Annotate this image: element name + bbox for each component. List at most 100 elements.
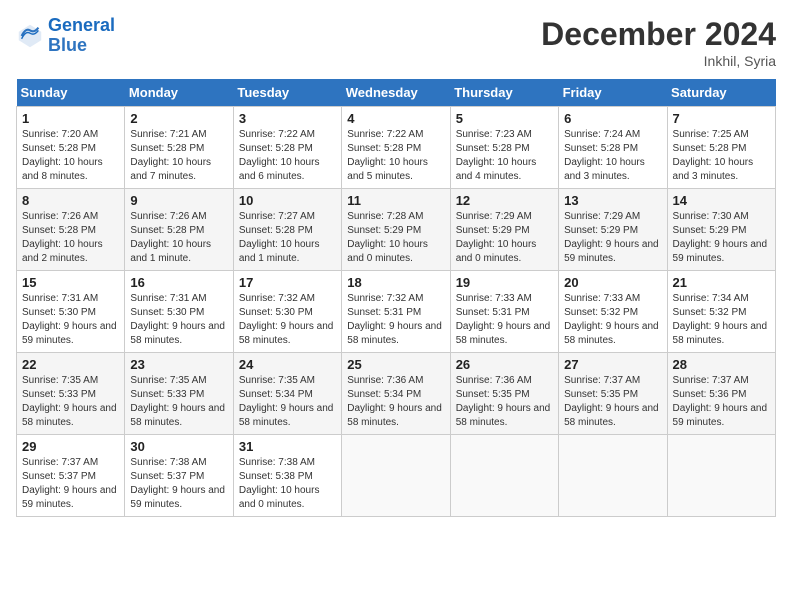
calendar-cell: 19 Sunrise: 7:33 AM Sunset: 5:31 PM Dayl… <box>450 271 558 353</box>
day-info: Sunrise: 7:31 AM Sunset: 5:30 PM Dayligh… <box>22 292 119 348</box>
calendar-cell: 11 Sunrise: 7:28 AM Sunset: 5:29 PM Dayl… <box>342 189 450 271</box>
day-info: Sunrise: 7:31 AM Sunset: 5:30 PM Dayligh… <box>130 292 227 348</box>
day-number: 20 <box>564 275 661 290</box>
day-info: Sunrise: 7:27 AM Sunset: 5:28 PM Dayligh… <box>239 210 336 266</box>
day-info: Sunrise: 7:33 AM Sunset: 5:31 PM Dayligh… <box>456 292 553 348</box>
day-info: Sunrise: 7:35 AM Sunset: 5:33 PM Dayligh… <box>130 374 227 430</box>
day-number: 12 <box>456 193 553 208</box>
month-title: December 2024 <box>541 16 776 53</box>
day-info: Sunrise: 7:28 AM Sunset: 5:29 PM Dayligh… <box>347 210 444 266</box>
day-info: Sunrise: 7:21 AM Sunset: 5:28 PM Dayligh… <box>130 128 227 184</box>
day-number: 31 <box>239 439 336 454</box>
day-number: 26 <box>456 357 553 372</box>
day-number: 6 <box>564 111 661 126</box>
day-info: Sunrise: 7:37 AM Sunset: 5:36 PM Dayligh… <box>673 374 770 430</box>
calendar-cell: 6 Sunrise: 7:24 AM Sunset: 5:28 PM Dayli… <box>559 107 667 189</box>
day-number: 14 <box>673 193 770 208</box>
day-number: 17 <box>239 275 336 290</box>
day-number: 25 <box>347 357 444 372</box>
day-number: 13 <box>564 193 661 208</box>
calendar-cell: 1 Sunrise: 7:20 AM Sunset: 5:28 PM Dayli… <box>17 107 125 189</box>
day-number: 8 <box>22 193 119 208</box>
col-wednesday: Wednesday <box>342 79 450 107</box>
day-info: Sunrise: 7:22 AM Sunset: 5:28 PM Dayligh… <box>347 128 444 184</box>
location: Inkhil, Syria <box>541 53 776 69</box>
calendar-week-row: 15 Sunrise: 7:31 AM Sunset: 5:30 PM Dayl… <box>17 271 776 353</box>
day-number: 21 <box>673 275 770 290</box>
day-number: 27 <box>564 357 661 372</box>
logo: General Blue <box>16 16 115 56</box>
calendar-week-row: 29 Sunrise: 7:37 AM Sunset: 5:37 PM Dayl… <box>17 435 776 517</box>
calendar-cell: 10 Sunrise: 7:27 AM Sunset: 5:28 PM Dayl… <box>233 189 341 271</box>
calendar-cell: 4 Sunrise: 7:22 AM Sunset: 5:28 PM Dayli… <box>342 107 450 189</box>
calendar-week-row: 1 Sunrise: 7:20 AM Sunset: 5:28 PM Dayli… <box>17 107 776 189</box>
calendar-cell: 18 Sunrise: 7:32 AM Sunset: 5:31 PM Dayl… <box>342 271 450 353</box>
day-info: Sunrise: 7:32 AM Sunset: 5:30 PM Dayligh… <box>239 292 336 348</box>
calendar-header-row: Sunday Monday Tuesday Wednesday Thursday… <box>17 79 776 107</box>
day-info: Sunrise: 7:22 AM Sunset: 5:28 PM Dayligh… <box>239 128 336 184</box>
day-number: 24 <box>239 357 336 372</box>
calendar-cell: 9 Sunrise: 7:26 AM Sunset: 5:28 PM Dayli… <box>125 189 233 271</box>
calendar-cell: 26 Sunrise: 7:36 AM Sunset: 5:35 PM Dayl… <box>450 353 558 435</box>
calendar-cell: 16 Sunrise: 7:31 AM Sunset: 5:30 PM Dayl… <box>125 271 233 353</box>
day-info: Sunrise: 7:38 AM Sunset: 5:38 PM Dayligh… <box>239 456 336 512</box>
calendar-cell: 22 Sunrise: 7:35 AM Sunset: 5:33 PM Dayl… <box>17 353 125 435</box>
day-info: Sunrise: 7:26 AM Sunset: 5:28 PM Dayligh… <box>130 210 227 266</box>
calendar-cell: 8 Sunrise: 7:26 AM Sunset: 5:28 PM Dayli… <box>17 189 125 271</box>
calendar-cell: 3 Sunrise: 7:22 AM Sunset: 5:28 PM Dayli… <box>233 107 341 189</box>
day-info: Sunrise: 7:36 AM Sunset: 5:35 PM Dayligh… <box>456 374 553 430</box>
col-sunday: Sunday <box>17 79 125 107</box>
calendar-body: 1 Sunrise: 7:20 AM Sunset: 5:28 PM Dayli… <box>17 107 776 517</box>
calendar-cell: 31 Sunrise: 7:38 AM Sunset: 5:38 PM Dayl… <box>233 435 341 517</box>
day-number: 30 <box>130 439 227 454</box>
col-monday: Monday <box>125 79 233 107</box>
day-info: Sunrise: 7:37 AM Sunset: 5:37 PM Dayligh… <box>22 456 119 512</box>
calendar-cell: 24 Sunrise: 7:35 AM Sunset: 5:34 PM Dayl… <box>233 353 341 435</box>
calendar-cell: 12 Sunrise: 7:29 AM Sunset: 5:29 PM Dayl… <box>450 189 558 271</box>
calendar-cell: 15 Sunrise: 7:31 AM Sunset: 5:30 PM Dayl… <box>17 271 125 353</box>
calendar-cell: 17 Sunrise: 7:32 AM Sunset: 5:30 PM Dayl… <box>233 271 341 353</box>
calendar-cell <box>559 435 667 517</box>
day-info: Sunrise: 7:23 AM Sunset: 5:28 PM Dayligh… <box>456 128 553 184</box>
day-info: Sunrise: 7:34 AM Sunset: 5:32 PM Dayligh… <box>673 292 770 348</box>
calendar-cell: 25 Sunrise: 7:36 AM Sunset: 5:34 PM Dayl… <box>342 353 450 435</box>
day-info: Sunrise: 7:26 AM Sunset: 5:28 PM Dayligh… <box>22 210 119 266</box>
day-number: 3 <box>239 111 336 126</box>
calendar-cell <box>667 435 775 517</box>
col-tuesday: Tuesday <box>233 79 341 107</box>
calendar-cell: 30 Sunrise: 7:38 AM Sunset: 5:37 PM Dayl… <box>125 435 233 517</box>
calendar-cell: 5 Sunrise: 7:23 AM Sunset: 5:28 PM Dayli… <box>450 107 558 189</box>
calendar-cell: 23 Sunrise: 7:35 AM Sunset: 5:33 PM Dayl… <box>125 353 233 435</box>
calendar-week-row: 8 Sunrise: 7:26 AM Sunset: 5:28 PM Dayli… <box>17 189 776 271</box>
day-number: 1 <box>22 111 119 126</box>
day-info: Sunrise: 7:30 AM Sunset: 5:29 PM Dayligh… <box>673 210 770 266</box>
day-info: Sunrise: 7:20 AM Sunset: 5:28 PM Dayligh… <box>22 128 119 184</box>
day-info: Sunrise: 7:38 AM Sunset: 5:37 PM Dayligh… <box>130 456 227 512</box>
day-info: Sunrise: 7:24 AM Sunset: 5:28 PM Dayligh… <box>564 128 661 184</box>
calendar-week-row: 22 Sunrise: 7:35 AM Sunset: 5:33 PM Dayl… <box>17 353 776 435</box>
day-info: Sunrise: 7:32 AM Sunset: 5:31 PM Dayligh… <box>347 292 444 348</box>
day-info: Sunrise: 7:37 AM Sunset: 5:35 PM Dayligh… <box>564 374 661 430</box>
page-header: General Blue December 2024 Inkhil, Syria <box>16 16 776 69</box>
calendar-cell <box>450 435 558 517</box>
day-number: 22 <box>22 357 119 372</box>
calendar-cell: 28 Sunrise: 7:37 AM Sunset: 5:36 PM Dayl… <box>667 353 775 435</box>
calendar-cell: 2 Sunrise: 7:21 AM Sunset: 5:28 PM Dayli… <box>125 107 233 189</box>
day-number: 9 <box>130 193 227 208</box>
calendar-cell: 29 Sunrise: 7:37 AM Sunset: 5:37 PM Dayl… <box>17 435 125 517</box>
calendar-cell: 13 Sunrise: 7:29 AM Sunset: 5:29 PM Dayl… <box>559 189 667 271</box>
day-number: 10 <box>239 193 336 208</box>
day-number: 4 <box>347 111 444 126</box>
calendar-cell: 21 Sunrise: 7:34 AM Sunset: 5:32 PM Dayl… <box>667 271 775 353</box>
calendar-cell: 14 Sunrise: 7:30 AM Sunset: 5:29 PM Dayl… <box>667 189 775 271</box>
day-info: Sunrise: 7:36 AM Sunset: 5:34 PM Dayligh… <box>347 374 444 430</box>
calendar-table: Sunday Monday Tuesday Wednesday Thursday… <box>16 79 776 517</box>
day-number: 29 <box>22 439 119 454</box>
day-number: 2 <box>130 111 227 126</box>
logo-text: General Blue <box>48 16 115 56</box>
calendar-cell: 20 Sunrise: 7:33 AM Sunset: 5:32 PM Dayl… <box>559 271 667 353</box>
col-thursday: Thursday <box>450 79 558 107</box>
day-number: 16 <box>130 275 227 290</box>
col-saturday: Saturday <box>667 79 775 107</box>
day-number: 11 <box>347 193 444 208</box>
